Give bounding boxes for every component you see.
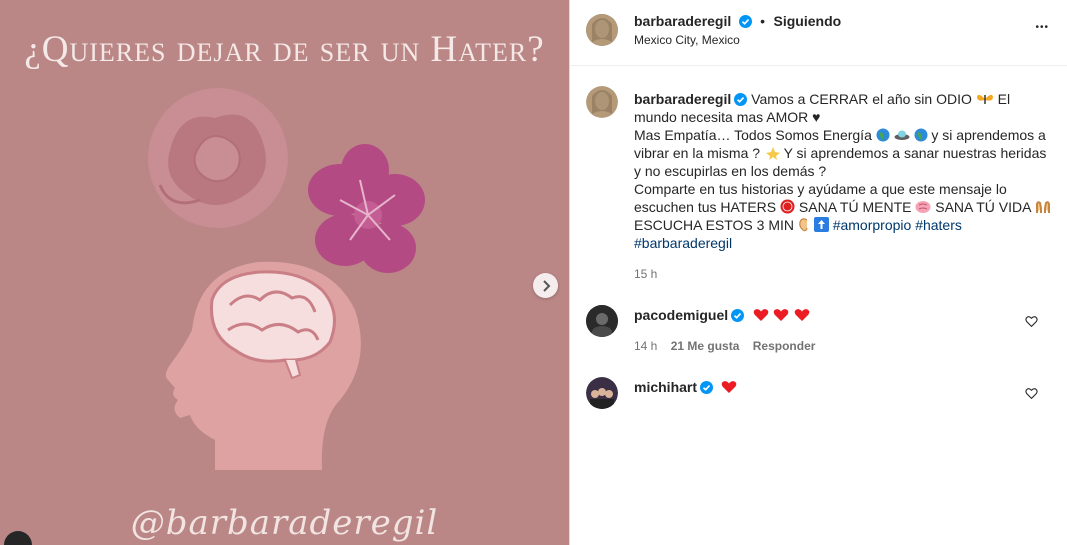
flower-icon — [308, 144, 425, 273]
comment-avatar[interactable] — [586, 305, 618, 337]
like-comment-heart-icon[interactable] — [1025, 387, 1038, 400]
red-heart-icon — [753, 309, 768, 321]
more-options-button[interactable]: ••• — [1035, 22, 1049, 33]
caption-text-1: Vamos a CERRAR el año sin ODIO — [751, 91, 972, 107]
rose-icon — [148, 88, 288, 228]
comment-likes[interactable]: 21 Me gusta — [671, 339, 740, 353]
image-handle: @barbaraderegil — [130, 503, 439, 543]
comment-time[interactable]: 14 h — [634, 339, 657, 353]
sparkle-star-icon — [765, 147, 780, 160]
like-comment-heart-icon[interactable] — [1025, 315, 1038, 328]
verified-icon — [734, 93, 748, 106]
comment-username[interactable]: michihart — [634, 379, 697, 395]
ear-icon — [799, 218, 808, 232]
ufo-icon — [894, 130, 910, 140]
next-image-button[interactable] — [533, 273, 558, 298]
red-heart-icon — [794, 309, 809, 321]
reply-button[interactable]: Responder — [753, 339, 816, 353]
caption-text-9: ESCUCHA ESTOS 3 MIN — [634, 217, 795, 233]
verified-icon — [738, 15, 752, 28]
butterfly-icon — [976, 94, 993, 104]
raised-hands-icon — [1035, 201, 1050, 213]
caption-text-7: SANA TÚ MENTE — [798, 199, 912, 215]
post-header: barbaraderegil • Siguiendo Mexico City, … — [570, 0, 1067, 66]
head-icon — [165, 261, 361, 470]
up-arrow-icon — [813, 217, 829, 232]
caption-time[interactable]: 15 h — [634, 267, 657, 281]
hashtag-haters[interactable]: #haters — [915, 217, 962, 233]
location[interactable]: Mexico City, Mexico — [634, 33, 740, 47]
globe-icon — [914, 128, 928, 142]
post-image[interactable]: ¿Quieres dejar de ser un Hater? @barbara… — [0, 0, 569, 545]
separator-dot: • — [760, 13, 766, 29]
caption-username[interactable]: barbaraderegil — [634, 91, 731, 107]
red-circle-icon — [780, 199, 795, 214]
caption-text-3: Mas Empatía… Todos Somos Energía — [634, 127, 872, 143]
comment-item: pacodemiguel 14 h 21 Me gusta Responder — [586, 305, 1056, 365]
verified-icon — [731, 309, 745, 322]
red-heart-icon — [722, 381, 737, 393]
hashtag-amorpropio[interactable]: #amorpropio — [833, 217, 912, 233]
red-heart-icon — [773, 309, 789, 321]
brain-icon — [915, 201, 931, 213]
comment-item: michihart — [586, 377, 1056, 417]
comment-avatar[interactable] — [586, 377, 618, 409]
chevron-right-icon — [542, 279, 550, 292]
caption-avatar[interactable] — [586, 86, 618, 118]
comment-username[interactable]: pacodemiguel — [634, 307, 728, 323]
more-icon: ••• — [1035, 22, 1049, 33]
following-button[interactable]: Siguiendo — [774, 13, 842, 29]
hashtag-barbaraderegil[interactable]: #barbaraderegil — [634, 235, 732, 251]
post-details-panel: barbaraderegil • Siguiendo Mexico City, … — [569, 0, 1067, 545]
globe-icon — [876, 128, 890, 142]
header-username[interactable]: barbaraderegil — [634, 13, 731, 29]
caption-text-8: SANA TÚ VIDA — [935, 199, 1031, 215]
illustration — [148, 88, 425, 470]
verified-icon — [700, 381, 714, 394]
avatar[interactable] — [586, 14, 618, 46]
